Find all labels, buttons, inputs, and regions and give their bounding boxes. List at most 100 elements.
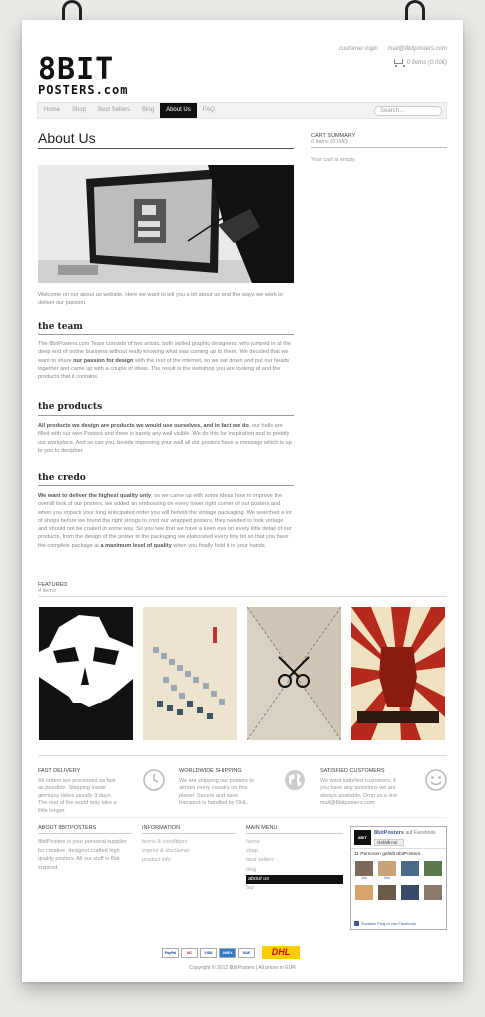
footer-about-title: ABOUT 8BITPOSTERS bbox=[38, 825, 132, 834]
paypal-icon: PayPal bbox=[162, 947, 179, 958]
facebook-face[interactable] bbox=[424, 885, 442, 905]
payment-methods: PayPal MC VISA AMEX MAE DHL bbox=[162, 946, 300, 959]
facebook-face[interactable] bbox=[424, 861, 442, 881]
clock-icon bbox=[143, 769, 165, 791]
cart-summary-subtitle: 0 items (0.00€) bbox=[311, 139, 348, 145]
amex-icon: AMEX bbox=[219, 947, 236, 958]
site-logo[interactable]: 8BIT POSTERS.com bbox=[38, 52, 129, 98]
nav-shop[interactable]: Shop bbox=[66, 103, 92, 118]
facebook-faces: Jan Ilka bbox=[351, 860, 446, 906]
footer-information: INFORMATION terms & conditions imprint &… bbox=[142, 825, 236, 866]
text-segment: when you finally hold it in your hands. bbox=[171, 542, 267, 549]
feature-satisfied-customers: SATISFIED CUSTOMERS We want satisfied cu… bbox=[320, 768, 450, 808]
featured-poster-scissors[interactable] bbox=[247, 607, 341, 740]
facebook-face-name: Ilka bbox=[384, 876, 390, 880]
cart-icon bbox=[392, 58, 405, 67]
facebook-face-name bbox=[401, 876, 419, 881]
heading-divider bbox=[38, 485, 294, 486]
featured-poster-wave[interactable] bbox=[143, 607, 237, 740]
features-divider bbox=[38, 755, 447, 756]
footer-link-product-info[interactable]: product info bbox=[142, 856, 236, 865]
facebook-header: 8BIT 8bitPosters auf Facebook Gefällt mi… bbox=[351, 827, 446, 849]
top-links: customer login mail@8bitposters.com bbox=[331, 46, 447, 52]
featured-divider bbox=[38, 596, 447, 597]
footer-about: ABOUT 8BITPOSTERS 8bitPosters is your pe… bbox=[38, 825, 132, 872]
footer-menu-best-sellers[interactable]: best sellers bbox=[246, 856, 343, 865]
featured-poster-goldhamster[interactable] bbox=[351, 607, 445, 740]
paragraph-the-credo: We want to deliver the highest quality o… bbox=[38, 492, 294, 550]
facebook-face[interactable] bbox=[401, 885, 419, 905]
facebook-face[interactable] bbox=[355, 885, 373, 905]
email-link[interactable]: mail@8bitposters.com bbox=[388, 46, 447, 52]
visa-icon: VISA bbox=[200, 947, 217, 958]
footer-main-menu: MAIN MENU home shop best sellers blog ab… bbox=[246, 825, 343, 893]
page-title: About Us bbox=[38, 130, 96, 146]
nav-faq[interactable]: FAQ bbox=[197, 103, 221, 118]
feature-email-link[interactable]: mail@8bitposters.com bbox=[320, 800, 375, 806]
facebook-like-count: 11 Personen gefällt 8bitPosters. bbox=[354, 852, 422, 857]
header-cart[interactable]: 0 items (0.00€) bbox=[392, 58, 447, 67]
nav-best-sellers[interactable]: Best Sellers bbox=[92, 103, 136, 118]
nav-blog[interactable]: Blog bbox=[136, 103, 160, 118]
title-divider bbox=[38, 148, 294, 149]
facebook-page-title: 8bitPosters bbox=[374, 830, 404, 836]
paragraph-the-products: All products we design are products we w… bbox=[38, 422, 294, 455]
copyright-text: Copyright © 2012 8bitPosters | All price… bbox=[189, 965, 296, 971]
footer-menu-shop[interactable]: shop bbox=[246, 847, 343, 856]
footer-link-terms[interactable]: terms & conditions bbox=[142, 838, 236, 847]
feature-fast-delivery: FAST DELIVERY All orders are processed a… bbox=[38, 768, 168, 815]
facebook-social-plugin[interactable]: Soziales Plug-in von Facebook bbox=[354, 921, 416, 926]
facebook-suffix: auf Facebook bbox=[405, 830, 436, 836]
facebook-like-box: 8BIT 8bitPosters auf Facebook Gefällt mi… bbox=[350, 826, 447, 930]
facebook-face-name bbox=[424, 900, 442, 905]
facebook-page-name[interactable]: 8bitPosters auf Facebook bbox=[374, 830, 436, 836]
text-bold: We want to deliver the highest quality o… bbox=[38, 493, 152, 499]
cart-empty-text: Your cart is empty. bbox=[311, 157, 356, 163]
facebook-like-button[interactable]: Gefällt mir bbox=[374, 839, 404, 846]
logo-line-1: 8BIT bbox=[38, 52, 115, 87]
text-bold: a maximum level of quality bbox=[100, 542, 172, 549]
hero-image bbox=[38, 165, 294, 283]
featured-count: 4 items bbox=[38, 588, 56, 594]
facebook-face[interactable]: Ilka bbox=[378, 861, 396, 881]
facebook-face[interactable] bbox=[378, 885, 396, 905]
footer-menu-home[interactable]: home bbox=[246, 838, 343, 847]
dhl-logo: DHL bbox=[262, 946, 300, 959]
smiley-icon bbox=[425, 769, 447, 791]
mastercard-icon: MC bbox=[181, 947, 198, 958]
logo-line-2: POSTERS.com bbox=[38, 83, 129, 97]
facebook-face-name: Jan bbox=[361, 876, 367, 880]
heading-the-credo: the credo bbox=[38, 473, 86, 483]
heading-the-products: the products bbox=[38, 402, 103, 412]
feature-text: We want satisfied customers, if you have… bbox=[320, 778, 402, 808]
search-input[interactable]: Search... bbox=[374, 106, 442, 116]
footer-information-title: INFORMATION bbox=[142, 825, 236, 834]
facebook-face[interactable]: Jan bbox=[355, 861, 373, 881]
heading-divider bbox=[38, 415, 294, 416]
facebook-page-avatar: 8BIT bbox=[354, 830, 371, 845]
customer-login-link[interactable]: customer login bbox=[339, 46, 378, 52]
footer-menu-faq[interactable]: faq bbox=[246, 884, 343, 893]
globe-icon bbox=[285, 770, 305, 790]
page-sheet: 8BIT POSTERS.com customer login mail@8bi… bbox=[22, 20, 463, 982]
feature-worldwide-shipping: WORLDWIDE SHIPPING We are shipping our p… bbox=[179, 768, 309, 808]
footer-menu-about-us[interactable]: about us bbox=[246, 874, 343, 885]
facebook-face[interactable] bbox=[401, 861, 419, 881]
featured-header: FEATURED 4 items bbox=[38, 582, 67, 594]
featured-poster-joker[interactable] bbox=[39, 607, 133, 740]
text-bold: All products we design are products we w… bbox=[38, 423, 249, 429]
heading-divider bbox=[38, 334, 294, 335]
nav-about-us[interactable]: About Us bbox=[160, 103, 197, 118]
text-segment: , so we came up with some ideas how to i… bbox=[38, 493, 292, 549]
nav-home[interactable]: Home bbox=[38, 103, 66, 118]
footer-link-imprint[interactable]: imprint & disclaimer bbox=[142, 847, 236, 856]
footer-main-menu-title: MAIN MENU bbox=[246, 825, 343, 834]
feature-text: All orders are processed as fast as poss… bbox=[38, 778, 117, 814]
footer-menu-blog[interactable]: blog bbox=[246, 866, 343, 875]
facebook-face-name bbox=[378, 900, 396, 905]
intro-text: Welcome on our about us website. Here we… bbox=[38, 292, 283, 307]
footer-divider bbox=[38, 817, 447, 818]
facebook-social-label: Soziales Plug-in von Facebook bbox=[361, 921, 416, 926]
footer-about-text: 8bitPosters is your personal supplier fo… bbox=[38, 839, 127, 871]
cart-summary: CART SUMMARY 0 items (0.00€) Your cart i… bbox=[311, 133, 447, 163]
